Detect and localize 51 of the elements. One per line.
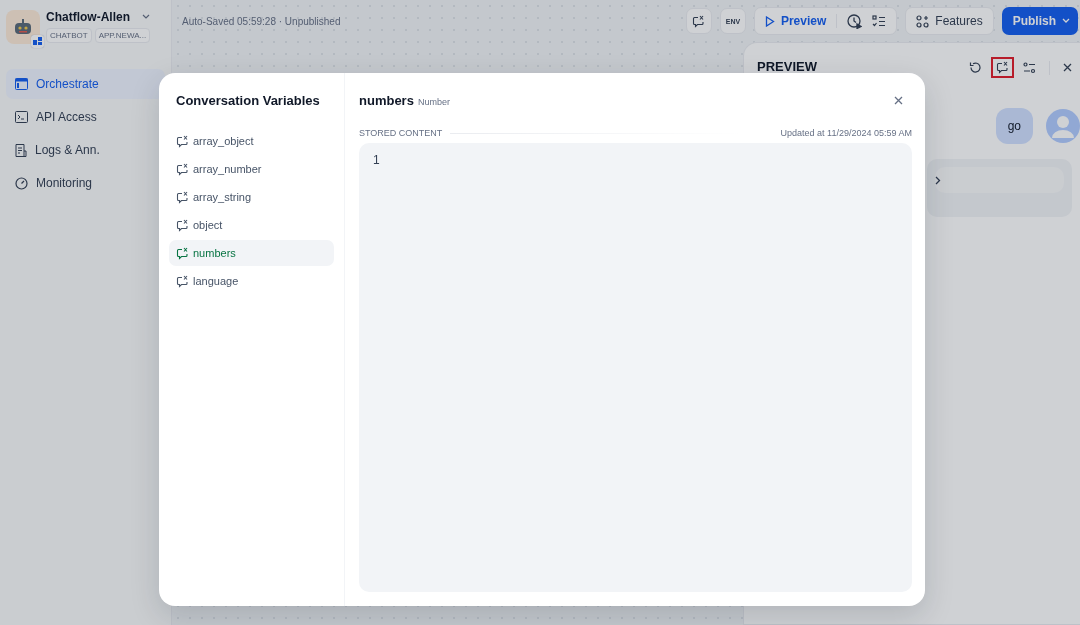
updated-time: Updated at 11/29/2024 05:59 AM [780,128,912,138]
variable-item[interactable]: array_object [169,128,334,154]
app-name: Chatflow-Allen [46,10,130,24]
variable-item[interactable]: object [169,212,334,238]
variable-icon [176,162,189,176]
settings-icon[interactable] [1023,61,1036,74]
publish-button[interactable]: Publish [1001,7,1078,35]
variable-icon [176,190,189,204]
variable-item[interactable]: array_number [169,156,334,182]
content-value: 1 [373,153,380,167]
variables-button[interactable] [991,57,1014,78]
chevron-down-icon[interactable] [142,14,151,20]
gauge-icon [15,176,28,190]
variable-icon [176,274,189,288]
chatbot-icon [33,37,42,46]
app-tag: CHATBOT [46,28,92,43]
nav-item[interactable]: Orchestrate [6,69,165,99]
variable-icon [996,61,1009,74]
refresh-icon[interactable] [969,61,982,74]
apps-icon [916,14,930,28]
nav-item[interactable]: Logs & Ann. [6,135,165,165]
nav-item[interactable]: API Access [6,102,165,132]
robot-icon [12,17,34,37]
variable-icon [176,246,189,260]
variable-icon [176,218,189,232]
preview-button[interactable]: Preview [764,14,827,28]
nav-item[interactable]: Monitoring [6,168,165,198]
document-icon [15,143,27,157]
variable-name: numbers [359,93,414,108]
dialog-title: Conversation Variables [175,93,321,108]
variable-item[interactable]: array_string [169,184,334,210]
chevron-down-icon [1062,18,1070,24]
save-status: Auto-Saved 05:59:28 · Unpublished [182,15,341,27]
message-bubble: go [995,108,1033,144]
variable-item[interactable]: numbers [169,240,334,266]
app-tag: APP.NEWA... [94,28,151,43]
variable-icon [176,134,189,148]
variable-item[interactable]: language [169,268,334,294]
close-icon[interactable] [894,96,903,105]
section-label: STORED CONTENT [359,128,443,138]
close-icon[interactable] [1063,63,1072,72]
checklist-icon[interactable] [872,14,887,28]
window-icon [15,78,28,90]
chevron-right-icon[interactable] [935,175,941,185]
history-icon[interactable] [847,13,863,29]
panel-title: PREVIEW [757,59,817,74]
terminal-icon [15,111,28,123]
features-button[interactable]: Features [905,7,994,35]
variable-type: Number [417,97,450,107]
variable-icon [692,14,706,28]
play-icon [764,15,775,27]
